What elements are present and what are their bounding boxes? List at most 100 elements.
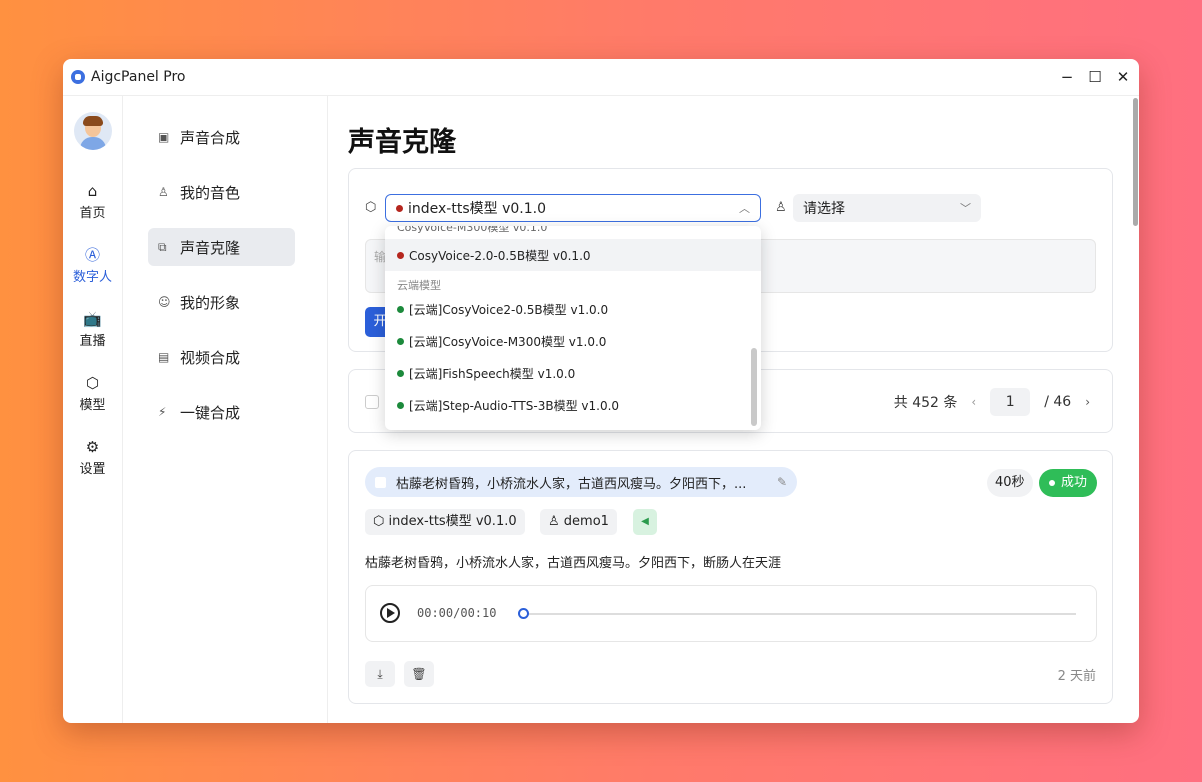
trash-icon[interactable]: 🗑 (404, 661, 434, 687)
dropdown-item[interactable]: [云端]Step-Audio-TTS-3B模型 v1.0.0 (385, 389, 761, 421)
total-count: 共 452 条 (893, 395, 958, 411)
status-dot (397, 369, 404, 377)
voice-select[interactable]: 请选择 ﹀ (793, 194, 981, 222)
lightning-icon: ⚡ (158, 405, 167, 419)
subnav-item-voice-clone[interactable]: ⧉ 声音克隆 (148, 228, 295, 266)
chevron-up-icon: ︿ (739, 202, 750, 215)
next-page-icon[interactable]: › (1085, 395, 1090, 409)
dropdown-item-label: CosyVoice-2.0-0.5B模型 v0.1.0 (409, 248, 591, 263)
rail-item-home[interactable]: ⌂ 首页 (63, 170, 122, 234)
pagination: 共 452 条 ‹ 1 / 46 › (894, 388, 1090, 416)
play-icon[interactable] (380, 603, 400, 623)
status-dot (397, 337, 404, 345)
subnav-item-my-avatar[interactable]: ☺ 我的形象 (148, 283, 295, 321)
model-tag: ⬡ index-tts模型 v0.1.0 (365, 509, 525, 535)
subnav-item-video-synthesis[interactable]: ▤ 视频合成 (148, 338, 295, 376)
chevron-down-icon: ﹀ (960, 202, 971, 215)
audio-time: 00:00/00:10 (417, 606, 497, 620)
user-voice-icon: ♙ (775, 200, 787, 215)
voice-tag: ♙ demo1 (540, 509, 617, 535)
dropdown-item[interactable]: [云端]CosyVoice2-0.5B模型 v1.0.0 (385, 293, 761, 325)
rail-item-label: 首页 (79, 206, 106, 221)
subnav-label: 一键合成 (180, 403, 241, 422)
status-dot (397, 401, 404, 409)
dropdown-item-partial[interactable]: CosyVoice-M300模型 v0.1.0 (385, 226, 761, 239)
subnav-label: 视频合成 (180, 348, 241, 367)
audio-knob[interactable] (518, 608, 529, 619)
dropdown-item-label: [云端]FishSpeech模型 v1.0.0 (409, 366, 576, 381)
subnav-label: 声音合成 (180, 128, 241, 147)
gear-icon: ⚙ (85, 438, 100, 456)
minimize-button[interactable]: − (1059, 68, 1075, 86)
record-title-pill[interactable]: 枯藤老树昏鸦，小桥流水人家，古道西风瘦马。夕阳西下，... ✎ (365, 467, 797, 497)
audio-player: 00:00/00:10 (365, 585, 1097, 642)
dropdown-item-label: [云端]Step-Audio-TTS-3B模型 v1.0.0 (409, 398, 620, 413)
user-voice-icon: ♙ (158, 185, 169, 199)
record-time-ago: 2 天前 (1057, 669, 1096, 684)
edit-icon[interactable]: ✎ (777, 475, 787, 489)
page-input[interactable]: 1 (990, 388, 1031, 416)
tv-icon: 📺 (83, 310, 102, 328)
model-tag-label: index-tts模型 v0.1.0 (388, 514, 517, 529)
dropdown-item-label: [云端]CosyVoice2-0.5B模型 v1.0.0 (409, 302, 609, 317)
voice-select-placeholder: 请选择 (803, 201, 845, 217)
avatar[interactable] (73, 112, 112, 150)
download-icon[interactable]: ⤓ (365, 661, 395, 687)
subnav-item-my-voices[interactable]: ♙ 我的音色 (148, 173, 295, 211)
dropdown-group-label: 云端模型 (397, 279, 441, 292)
status-dot (396, 204, 403, 212)
app-title: AigcPanel Pro (91, 69, 186, 85)
title-bar: AigcPanel Pro − ☐ ✕ (63, 59, 1139, 96)
model-dropdown: CosyVoice-M300模型 v0.1.0 CosyVoice-2.0-0.… (385, 226, 761, 430)
subnav-label: 我的音色 (180, 183, 241, 202)
record-card: 枯藤老树昏鸦，小桥流水人家，古道西风瘦马。夕阳西下，... ✎ 40秒 成功 ⬡… (348, 450, 1113, 704)
audio-track[interactable] (526, 613, 1076, 615)
page-total: / 46 (1044, 394, 1072, 410)
dropdown-scrollbar[interactable] (751, 348, 757, 426)
subnav-item-one-click[interactable]: ⚡ 一键合成 (148, 393, 295, 431)
model-select-value: index-tts模型 v0.1.0 (408, 201, 546, 217)
cube-icon: ⬡ (85, 374, 100, 392)
page-title: 声音克隆 (348, 127, 456, 158)
main-scrollbar[interactable] (1131, 96, 1139, 723)
rail-item-model[interactable]: ⬡ 模型 (63, 362, 122, 426)
voice-tag-label: demo1 (563, 514, 609, 529)
rail-item-live[interactable]: 📺 直播 (63, 298, 122, 362)
subnav-item-voice-synthesis[interactable]: ▣ 声音合成 (148, 118, 295, 156)
rail-item-label: 模型 (79, 398, 106, 413)
video-icon: ▤ (158, 350, 170, 364)
app-logo-icon (71, 70, 85, 84)
secondary-sidebar: ▣ 声音合成 ♙ 我的音色 ⧉ 声音克隆 ☺ 我的形象 ▤ 视频合成 ⚡ 一键合… (124, 96, 328, 723)
maximize-button[interactable]: ☐ (1087, 68, 1103, 86)
status-dot (397, 305, 404, 313)
select-all-checkbox[interactable] (365, 395, 379, 409)
status-badge: 成功 (1039, 469, 1098, 497)
subnav-label: 声音克隆 (180, 238, 241, 257)
record-checkbox[interactable] (375, 476, 386, 488)
model-select[interactable]: index-tts模型 v0.1.0 ︿ (385, 194, 761, 222)
copy-icon: ⧉ (158, 239, 167, 254)
rail-item-settings[interactable]: ⚙ 设置 (63, 426, 122, 490)
rail-item-label: 设置 (79, 462, 106, 477)
dropdown-item-label: CosyVoice-M300模型 v0.1.0 (397, 226, 548, 234)
model-icon: ⬡ (365, 200, 377, 215)
record-title: 枯藤老树昏鸦，小桥流水人家，古道西风瘦马。夕阳西下，... (396, 476, 747, 492)
status-dot (397, 251, 404, 259)
face-icon: ☺ (158, 295, 171, 309)
duration-badge: 40秒 (987, 469, 1033, 497)
primary-sidebar: ⌂ 首页 Ⓐ 数字人 📺 直播 ⬡ 模型 ⚙ 设置 (63, 96, 123, 723)
dropdown-item[interactable]: [云端]CosyVoice-M300模型 v1.0.0 (385, 325, 761, 357)
prev-page-icon[interactable]: ‹ (971, 395, 976, 409)
ai-icon: Ⓐ (84, 246, 100, 264)
dropdown-item[interactable]: [云端]FishSpeech模型 v1.0.0 (385, 357, 761, 389)
subnav-label: 我的形象 (180, 293, 241, 312)
rail-item-digital-human[interactable]: Ⓐ 数字人 (63, 234, 122, 298)
rail-item-label: 数字人 (72, 270, 112, 285)
voice-scan-icon: ▣ (158, 130, 170, 144)
status-label: 成功 (1061, 475, 1088, 490)
dropdown-item-label: [云端]CosyVoice-M300模型 v1.0.0 (409, 334, 607, 349)
close-button[interactable]: ✕ (1115, 68, 1131, 86)
dropdown-item[interactable]: CosyVoice-2.0-0.5B模型 v0.1.0 (385, 239, 761, 271)
rail-item-label: 直播 (79, 334, 106, 349)
record-text: 枯藤老树昏鸦，小桥流水人家，古道西风瘦马。夕阳西下，断肠人在天涯 (365, 556, 782, 571)
